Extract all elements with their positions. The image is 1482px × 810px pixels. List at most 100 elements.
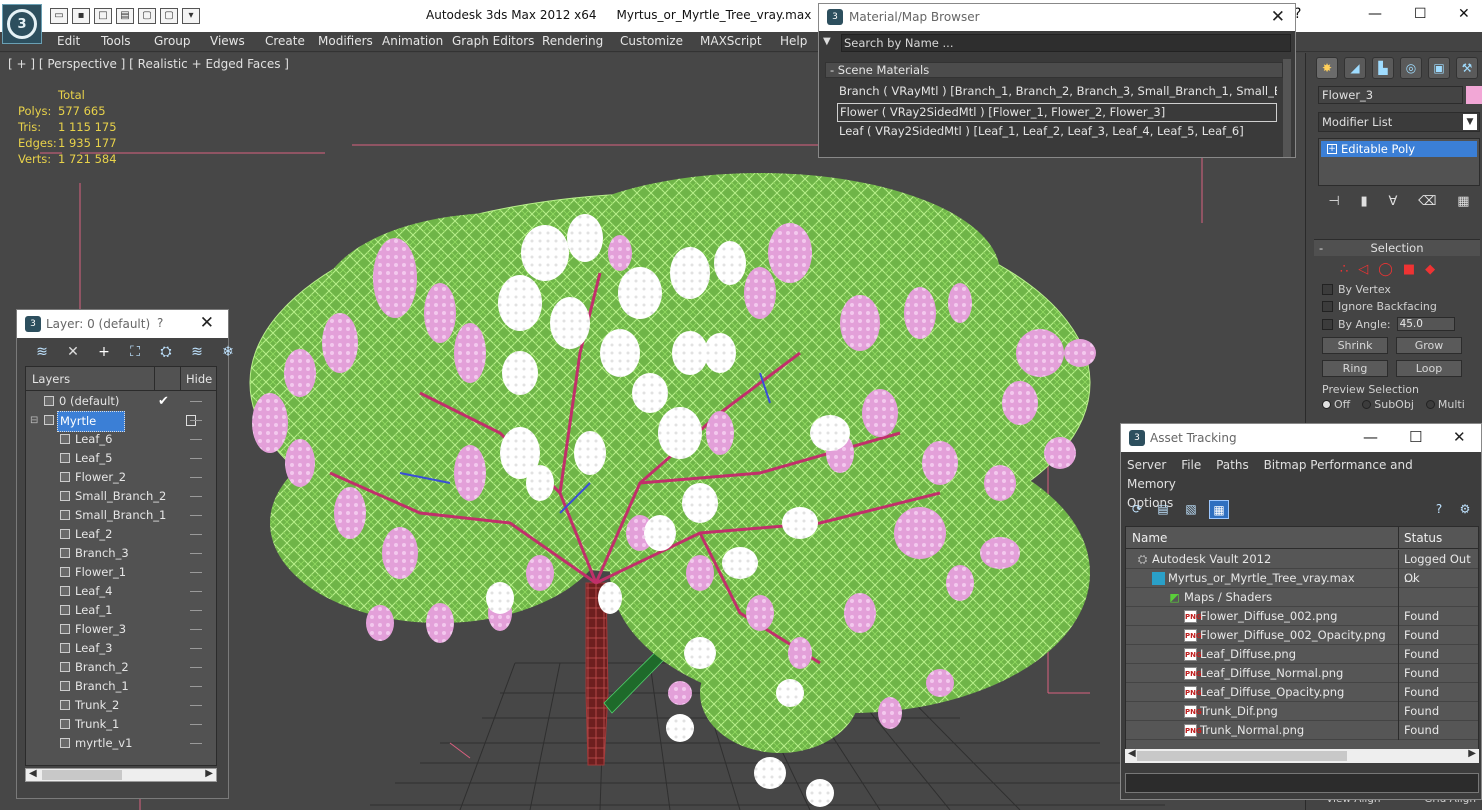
menu-graph-editors[interactable]: Graph Editors	[452, 34, 534, 48]
menu-maxscript[interactable]: MAXScript	[700, 34, 762, 48]
hide-toggle[interactable]	[190, 667, 202, 668]
settings-icon[interactable]: ⚙	[1455, 500, 1475, 519]
motion-tab-icon[interactable]: ◎	[1400, 57, 1422, 79]
new-layer-icon[interactable]: ≋	[31, 344, 53, 364]
app-logo[interactable]: 3	[2, 4, 42, 44]
close-icon[interactable]: ✕	[1271, 7, 1285, 27]
ring-button[interactable]: Ring	[1322, 360, 1388, 377]
asset-row[interactable]: ◩ Maps / Shaders	[1126, 588, 1478, 607]
layer-panel-titlebar[interactable]: 3 Layer: 0 (default) ? ✕	[17, 310, 228, 338]
edge-icon[interactable]: ◁	[1358, 262, 1368, 277]
minimize-icon[interactable]: —	[1363, 428, 1378, 446]
ignore-backfacing-row[interactable]: Ignore Backfacing	[1322, 300, 1480, 313]
layers-column-header[interactable]: Layers	[32, 372, 70, 386]
layer-object-row[interactable]: myrtle_v1	[26, 734, 216, 753]
hierarchy-tab-icon[interactable]: ▙	[1372, 57, 1394, 79]
menu-views[interactable]: Views	[210, 34, 245, 48]
layer-object-row[interactable]: Small_Branch_1	[26, 506, 216, 525]
hide-toggle[interactable]	[190, 724, 202, 725]
hide-toggle[interactable]	[190, 496, 202, 497]
freeze-all-icon[interactable]: ❄	[217, 344, 239, 364]
add-to-layer-icon[interactable]: +	[93, 344, 115, 364]
layer-object-row[interactable]: Trunk_2	[26, 696, 216, 715]
hide-toggle[interactable]	[190, 458, 202, 459]
layer-object-row[interactable]: Leaf_2	[26, 525, 216, 544]
modifier-list-dropdown[interactable]: Modifier List ▼	[1318, 112, 1480, 132]
hide-toggle[interactable]	[190, 629, 202, 630]
selection-rollout-header[interactable]: - Selection	[1314, 240, 1480, 256]
asset-row[interactable]: ⛭ Autodesk Vault 2012 Logged Out ...	[1126, 550, 1478, 585]
layer-object-row[interactable]: Flower_1	[26, 563, 216, 582]
asset-row[interactable]: PNG Flower_Diffuse_002_Opacity.png Found	[1126, 626, 1478, 645]
chevron-down-icon[interactable]: ▼	[1463, 114, 1477, 130]
qa-dropdown-icon[interactable]: ▾	[182, 8, 200, 24]
menu-paths[interactable]: Paths	[1216, 458, 1249, 472]
menu-animation[interactable]: Animation	[382, 34, 443, 48]
hide-toggle[interactable]	[190, 439, 202, 440]
hide-toggle[interactable]	[190, 534, 202, 535]
maximize-icon[interactable]: ☐	[1414, 6, 1427, 22]
shrink-button[interactable]: Shrink	[1322, 337, 1388, 354]
remove-modifier-icon[interactable]: ⌫	[1418, 194, 1436, 209]
asset-tracking-titlebar[interactable]: 3 Asset Tracking — ☐ ✕	[1121, 424, 1481, 452]
loop-button[interactable]: Loop	[1396, 360, 1462, 377]
display-tab-icon[interactable]: ▣	[1428, 57, 1450, 79]
scroll-left-icon[interactable]: ◀	[29, 768, 37, 779]
material-row-branch[interactable]: Branch ( VRayMtl ) [Branch_1, Branch_2, …	[837, 83, 1277, 102]
polygon-icon[interactable]: ■	[1403, 262, 1415, 277]
layer-object-row[interactable]: Flower_3	[26, 620, 216, 639]
hide-all-icon[interactable]: ≋	[186, 344, 208, 364]
vertex-icon[interactable]: ∴	[1340, 262, 1348, 277]
menu-help[interactable]: Help	[780, 34, 807, 48]
close-icon[interactable]: ✕	[1458, 6, 1470, 22]
refresh-icon[interactable]: ⟳	[1127, 500, 1147, 519]
new-icon[interactable]: □	[94, 8, 112, 24]
name-column-header[interactable]: Name	[1132, 531, 1167, 545]
show-end-result-icon[interactable]: ▮	[1361, 194, 1368, 209]
layer-object-row[interactable]: Branch_1	[26, 677, 216, 696]
layer-object-row[interactable]: Flower_2	[26, 468, 216, 487]
hold-icon[interactable]: ▤	[116, 8, 134, 24]
asset-row[interactable]: PNG Trunk_Dif.png Found	[1126, 702, 1478, 721]
minimize-icon[interactable]: —	[1368, 6, 1382, 22]
asset-path-field[interactable]	[1125, 773, 1479, 793]
pin-stack-icon[interactable]: ⊣	[1328, 194, 1339, 209]
layer-list[interactable]: Layers Hide 0 (default) ✔ ⊟ Myrtle Leaf_…	[25, 366, 217, 766]
scroll-right-icon[interactable]: ▶	[1468, 748, 1476, 759]
help-button[interactable]: ?	[157, 316, 163, 330]
open-icon[interactable]: ▭	[50, 8, 68, 24]
material-browser-titlebar[interactable]: 3 Material/Map Browser ✕	[819, 4, 1295, 31]
layer-object-row[interactable]: Leaf_5	[26, 449, 216, 468]
border-icon[interactable]: ◯	[1378, 262, 1393, 277]
utilities-tab-icon[interactable]: ⚒	[1456, 57, 1478, 79]
by-angle-checkbox[interactable]	[1322, 318, 1333, 330]
menu-rendering[interactable]: Rendering	[542, 34, 603, 48]
scroll-right-icon[interactable]: ▶	[205, 768, 213, 779]
hide-toggle[interactable]	[190, 610, 202, 611]
preview-multi-option[interactable]: Multi	[1425, 398, 1465, 411]
ignore-backfacing-checkbox[interactable]	[1322, 301, 1333, 312]
hide-toggle[interactable]	[190, 572, 202, 573]
help-icon[interactable]: ?	[1429, 500, 1449, 519]
hide-toggle[interactable]	[190, 515, 202, 516]
hide-toggle[interactable]	[190, 401, 202, 402]
layer-object-row[interactable]: Branch_2	[26, 658, 216, 677]
modifier-stack[interactable]: + Editable Poly	[1318, 138, 1480, 186]
hide-toggle[interactable]	[190, 648, 202, 649]
thumbnail-view-icon[interactable]: ▧	[1181, 500, 1201, 519]
menu-modifiers[interactable]: Modifiers	[318, 34, 373, 48]
undo-icon[interactable]: ▢	[138, 8, 156, 24]
hide-toggle[interactable]	[190, 686, 202, 687]
create-tab-icon[interactable]: ✸	[1316, 57, 1338, 79]
close-icon[interactable]: ✕	[200, 313, 214, 333]
asset-row[interactable]: PNG Leaf_Diffuse_Normal.png Found	[1126, 664, 1478, 683]
expand-icon[interactable]: +	[1327, 144, 1337, 154]
layer-object-row[interactable]: Small_Branch_2	[26, 487, 216, 506]
delete-layer-icon[interactable]: ✕	[62, 344, 84, 364]
hide-toggle[interactable]	[190, 705, 202, 706]
by-vertex-row[interactable]: By Vertex	[1322, 283, 1480, 296]
status-column-header[interactable]: Status	[1404, 531, 1442, 545]
hide-column-header[interactable]: Hide	[186, 372, 212, 386]
hide-toggle[interactable]	[190, 477, 202, 478]
layer-object-row[interactable]: Leaf_6	[26, 430, 216, 449]
